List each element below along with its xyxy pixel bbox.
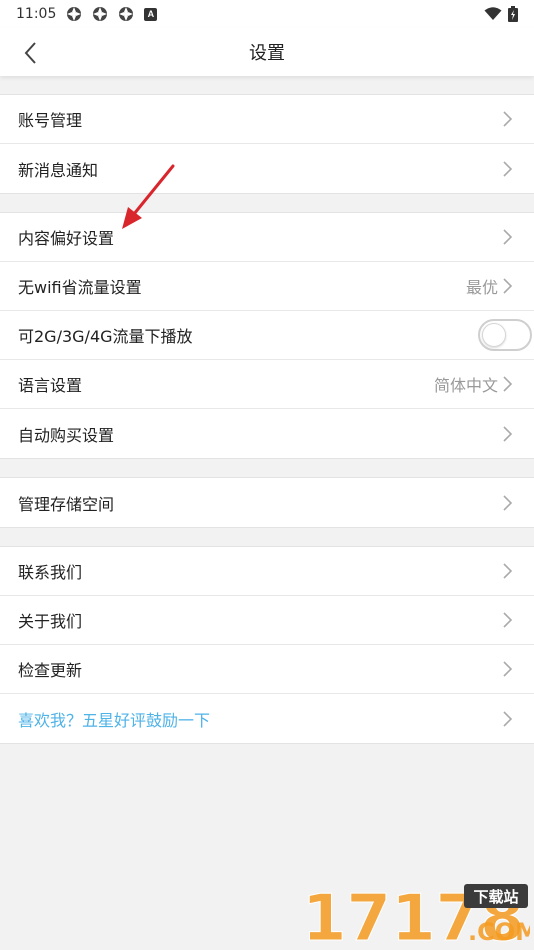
row-data-saving[interactable]: 无wifi省流量设置 最优 bbox=[0, 262, 534, 311]
row-right: 最优 bbox=[466, 274, 514, 298]
chevron-right-icon bbox=[503, 278, 513, 294]
watermark-domain-text: .COM bbox=[468, 918, 530, 946]
status-right bbox=[484, 6, 518, 22]
row-right bbox=[502, 425, 514, 443]
status-bar: 11:05 A bbox=[0, 0, 534, 28]
watermark-logo: 17178 下载站 .COM bbox=[302, 882, 530, 946]
row-label: 关于我们 bbox=[18, 612, 83, 631]
row-right bbox=[502, 110, 514, 128]
chevron-right-icon bbox=[503, 563, 513, 579]
row-language[interactable]: 语言设置 简体中文 bbox=[0, 360, 534, 409]
group-gap bbox=[0, 459, 534, 477]
row-label: 账号管理 bbox=[18, 111, 83, 130]
wifi-icon bbox=[484, 7, 502, 20]
toggle-knob bbox=[482, 323, 506, 347]
row-content-preference[interactable]: 内容偏好设置 bbox=[0, 213, 534, 262]
back-button[interactable] bbox=[14, 38, 46, 68]
chevron-right-icon bbox=[503, 661, 513, 677]
nav-bar: 设置 bbox=[0, 28, 534, 76]
row-account-management[interactable]: 账号管理 bbox=[0, 95, 534, 144]
group-gap bbox=[0, 528, 534, 546]
row-label: 管理存储空间 bbox=[18, 494, 115, 514]
row-label: 可2G/3G/4G流量下播放 bbox=[18, 327, 193, 346]
row-label: 联系我们 bbox=[18, 563, 83, 582]
row-cellular-playback: 可2G/3G/4G流量下播放 bbox=[0, 311, 534, 360]
settings-group-storage: 管理存储空间 bbox=[0, 477, 534, 528]
app-badge-icon: A bbox=[144, 7, 158, 21]
settings-group-about: 联系我们 关于我们 检查更新 喜欢我？五星好评鼓励一下 bbox=[0, 546, 534, 744]
row-label: 语言设置 bbox=[18, 376, 83, 395]
status-left: 11:05 A bbox=[16, 6, 158, 22]
row-manage-storage[interactable]: 管理存储空间 bbox=[0, 478, 534, 527]
row-right bbox=[502, 494, 514, 512]
row-right bbox=[502, 660, 514, 678]
chevron-right-icon bbox=[503, 612, 513, 628]
row-contact-us[interactable]: 联系我们 bbox=[0, 547, 534, 596]
group-gap bbox=[0, 194, 534, 212]
settings-group-account: 账号管理 新消息通知 bbox=[0, 94, 534, 194]
notification-icon-3 bbox=[119, 7, 134, 21]
row-value: 简体中文 bbox=[433, 376, 498, 395]
row-right bbox=[502, 160, 514, 178]
row-right bbox=[502, 228, 514, 246]
row-message-notification[interactable]: 新消息通知 bbox=[0, 144, 534, 193]
chevron-right-icon bbox=[503, 111, 513, 127]
row-label: 自动购买设置 bbox=[18, 425, 115, 445]
row-label: 新消息通知 bbox=[18, 160, 99, 180]
row-value: 最优 bbox=[465, 278, 498, 297]
row-right bbox=[502, 611, 514, 629]
row-right bbox=[502, 710, 514, 728]
chevron-left-icon bbox=[24, 42, 36, 64]
watermark-badge-text: 下载站 bbox=[473, 888, 518, 906]
row-label: 内容偏好设置 bbox=[18, 229, 115, 248]
battery-icon bbox=[508, 6, 518, 22]
settings-group-content: 内容偏好设置 无wifi省流量设置 最优 可2G/3G/4G流量下播放 语言设置… bbox=[0, 212, 534, 459]
group-gap bbox=[0, 76, 534, 94]
chevron-right-icon bbox=[503, 425, 513, 442]
row-about-us[interactable]: 关于我们 bbox=[0, 596, 534, 645]
row-label: 检查更新 bbox=[18, 661, 83, 680]
chevron-right-icon bbox=[503, 160, 513, 177]
row-auto-purchase[interactable]: 自动购买设置 bbox=[0, 409, 534, 458]
row-check-update[interactable]: 检查更新 bbox=[0, 645, 534, 694]
row-label: 喜欢我？五星好评鼓励一下 bbox=[18, 710, 211, 730]
notification-icon-1 bbox=[67, 7, 82, 21]
notification-icon-2 bbox=[93, 7, 108, 21]
row-rate-app[interactable]: 喜欢我？五星好评鼓励一下 bbox=[0, 694, 534, 743]
chevron-right-icon bbox=[503, 376, 513, 392]
chevron-right-icon bbox=[503, 229, 513, 245]
row-right bbox=[502, 562, 514, 580]
status-time: 11:05 bbox=[16, 6, 57, 22]
cellular-playback-toggle[interactable] bbox=[478, 319, 532, 351]
settings-list: 账号管理 新消息通知 内容偏好设置 无wifi省流量设置 最优 可2G/3G/4… bbox=[0, 76, 534, 744]
chevron-right-icon bbox=[503, 494, 513, 511]
chevron-right-icon bbox=[503, 710, 513, 727]
row-right: 简体中文 bbox=[434, 372, 514, 396]
page-title: 设置 bbox=[249, 43, 285, 64]
row-label: 无wifi省流量设置 bbox=[18, 278, 142, 297]
